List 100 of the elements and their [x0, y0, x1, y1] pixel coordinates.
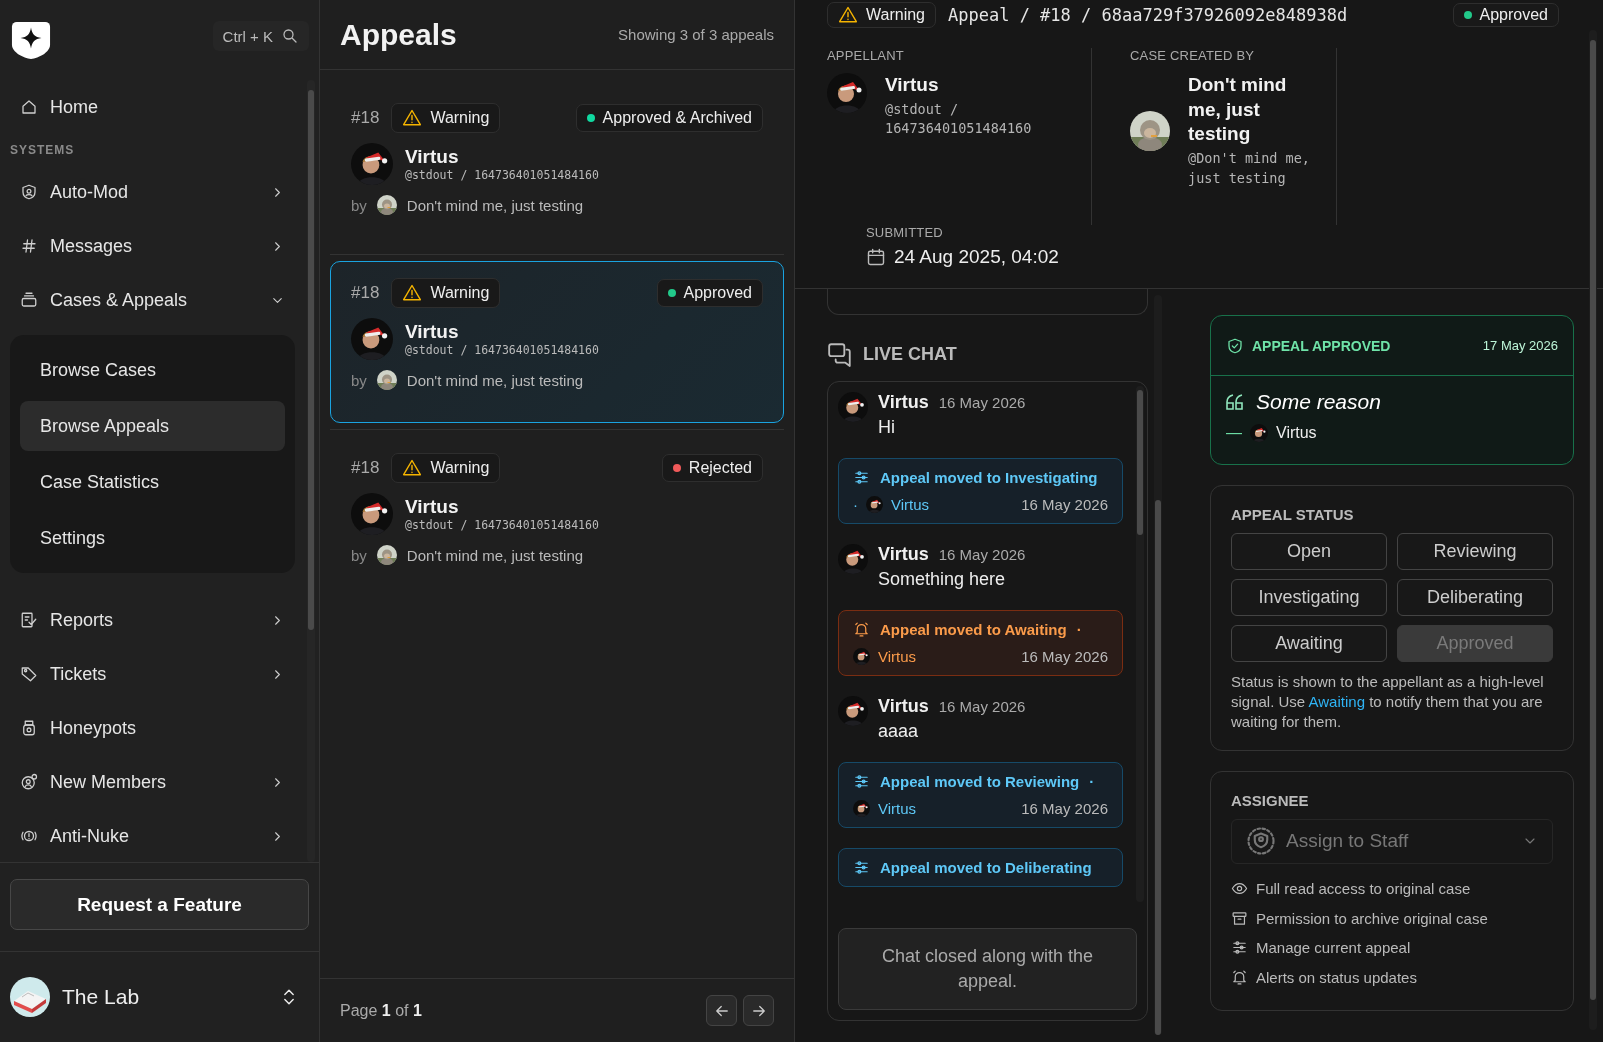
search-button[interactable]: Ctrl + K: [212, 21, 309, 51]
awaiting-link[interactable]: Awaiting: [1308, 692, 1365, 710]
scrollbar[interactable]: [1154, 295, 1162, 1035]
status-badge: Approved & Archived: [575, 104, 763, 132]
scrollbar[interactable]: [1136, 386, 1144, 902]
result-count: Showing 3 of 3 appeals: [618, 26, 774, 43]
event-time: 16 May 2026: [1021, 648, 1108, 665]
event-title: Appeal moved to Investigating: [880, 469, 1098, 486]
submenu-item[interactable]: Case Statistics: [20, 457, 285, 507]
creator-name: Don't mind me, just testing: [406, 196, 584, 214]
type-badge: Warning: [391, 453, 501, 483]
submenu-item[interactable]: Browse Appeals: [20, 401, 285, 451]
warning-icon: [402, 458, 423, 478]
page-indicator: Page 1 of 1: [340, 1001, 422, 1020]
permission-text: Alerts on status updates: [1256, 968, 1417, 986]
sliders-icon: [853, 773, 870, 790]
event-title: Appeal moved to Awaiting: [880, 621, 1067, 638]
scrollbar[interactable]: [1589, 30, 1597, 1030]
chat-icon: [827, 341, 853, 367]
panel-title: ASSIGNEE: [1231, 791, 1310, 809]
archive-icon: [1231, 909, 1248, 927]
nav-item[interactable]: Tickets: [0, 647, 305, 701]
message-time: 16 May 2026: [938, 394, 1026, 411]
workspace-switcher[interactable]: The Lab: [0, 951, 319, 1042]
scrollbar[interactable]: [307, 80, 315, 862]
status-option[interactable]: Investigating: [1231, 579, 1387, 616]
panel-title: APPEAL STATUS: [1231, 506, 1355, 523]
next-page-button[interactable]: [743, 995, 774, 1026]
permission-text: Manage current appeal: [1256, 939, 1411, 957]
event-title: Appeal moved to Deliberating: [880, 859, 1092, 876]
shield-check-icon: [1226, 336, 1244, 355]
message-text: Hi: [878, 417, 896, 438]
nav-item[interactable]: New Members: [0, 755, 305, 809]
status-badge: Approved: [1452, 3, 1559, 27]
hash-icon: [20, 237, 38, 255]
user-handle: @Don't mind me, just testing: [1188, 149, 1311, 188]
by-label: by: [351, 196, 367, 214]
submenu-item[interactable]: Browse Cases: [20, 345, 285, 395]
appeal-card[interactable]: #18 Warning Approved & Archived Virtus @stdout / 164736401051484160 by Don't mind me, just testing: [330, 86, 784, 248]
section-title: LIVE CHAT: [863, 343, 957, 365]
separator-dot: ·: [1089, 773, 1095, 790]
sliders-icon: [853, 469, 870, 486]
user-name: Don't mind me, just testing: [1188, 73, 1288, 147]
submenu-item[interactable]: Settings: [20, 513, 285, 563]
nav-item[interactable]: Home: [0, 80, 305, 134]
request-feature-button[interactable]: Request a Feature: [10, 879, 309, 930]
calendar-icon: [866, 247, 886, 267]
permission-text: Full read access to original case: [1256, 880, 1471, 898]
assign-staff-select[interactable]: Assign to Staff: [1231, 818, 1553, 864]
status-option[interactable]: Open: [1231, 533, 1387, 570]
sliders-icon: [853, 859, 870, 876]
appeal-card[interactable]: #18 Warning Rejected Virtus @stdout / 164736401051484160 by Don't mind me, just testing: [330, 436, 784, 598]
quote-icon: [1226, 394, 1244, 410]
status-option[interactable]: Reviewing: [1397, 533, 1553, 570]
decision-date: 17 May 2026: [1482, 338, 1558, 353]
by-label: by: [351, 546, 367, 564]
submitted-date: 24 Aug 2025, 04:02: [894, 246, 1059, 268]
decision-title: APPEAL APPROVED: [1252, 337, 1391, 354]
nav-item[interactable]: Cases & Appeals: [0, 273, 305, 327]
author-name: Virtus: [878, 392, 929, 412]
nav-item[interactable]: Anti-Nuke: [0, 809, 305, 862]
permission-text: Permission to archive original case: [1256, 909, 1488, 927]
sliders-icon: [1231, 939, 1248, 957]
appeal-number: #18: [351, 108, 380, 128]
appeal-card[interactable]: #18 Warning Approved Virtus @stdout / 164736401051484160 by Don't mind me, just testing: [330, 261, 784, 423]
type-badge: Warning: [391, 103, 501, 133]
user-name: Virtus: [405, 496, 460, 518]
message-text: Something here: [878, 569, 1007, 590]
stack-icon: [20, 291, 38, 309]
report-icon: [20, 611, 38, 629]
author-name: Virtus: [891, 496, 930, 513]
field-label: APPELLANT: [827, 48, 905, 63]
user-name: Virtus: [885, 73, 940, 97]
status-option[interactable]: Awaiting: [1231, 625, 1387, 662]
nav-item[interactable]: Auto-Mod: [0, 165, 305, 219]
user-name: Virtus: [405, 321, 460, 343]
decision-reason: Some reason: [1256, 390, 1381, 414]
nav-item[interactable]: Messages: [0, 219, 305, 273]
warning-icon: [402, 283, 423, 303]
shortcut-label: Ctrl + K: [222, 27, 273, 45]
previous-page-button[interactable]: [706, 995, 737, 1026]
author-name: Virtus: [878, 800, 917, 817]
creator-name: Don't mind me, just testing: [406, 371, 584, 389]
user-handle: @stdout / 164736401051484160: [885, 99, 1033, 139]
home-icon: [20, 98, 38, 116]
nav-item[interactable]: Reports: [0, 593, 305, 647]
warning-icon: [838, 5, 858, 25]
nav-item[interactable]: Honeypots: [0, 701, 305, 755]
by-label: by: [351, 371, 367, 389]
logo: [10, 20, 52, 60]
message-text: aaaa: [878, 721, 920, 742]
message-time: 16 May 2026: [938, 698, 1026, 715]
message-time: 16 May 2026: [938, 546, 1026, 563]
user-handle: @stdout / 164736401051484160: [405, 518, 599, 532]
appeal-number: #18: [351, 458, 380, 478]
jar-icon: [20, 719, 38, 737]
page-title: Appeals: [340, 17, 457, 52]
status-note: Status is shown to the appellant as a high-level signal. Use Awaiting to notify them that you are waiting for them.: [1231, 672, 1545, 732]
creator-name: Don't mind me, just testing: [406, 546, 584, 564]
status-option[interactable]: Deliberating: [1397, 579, 1553, 616]
